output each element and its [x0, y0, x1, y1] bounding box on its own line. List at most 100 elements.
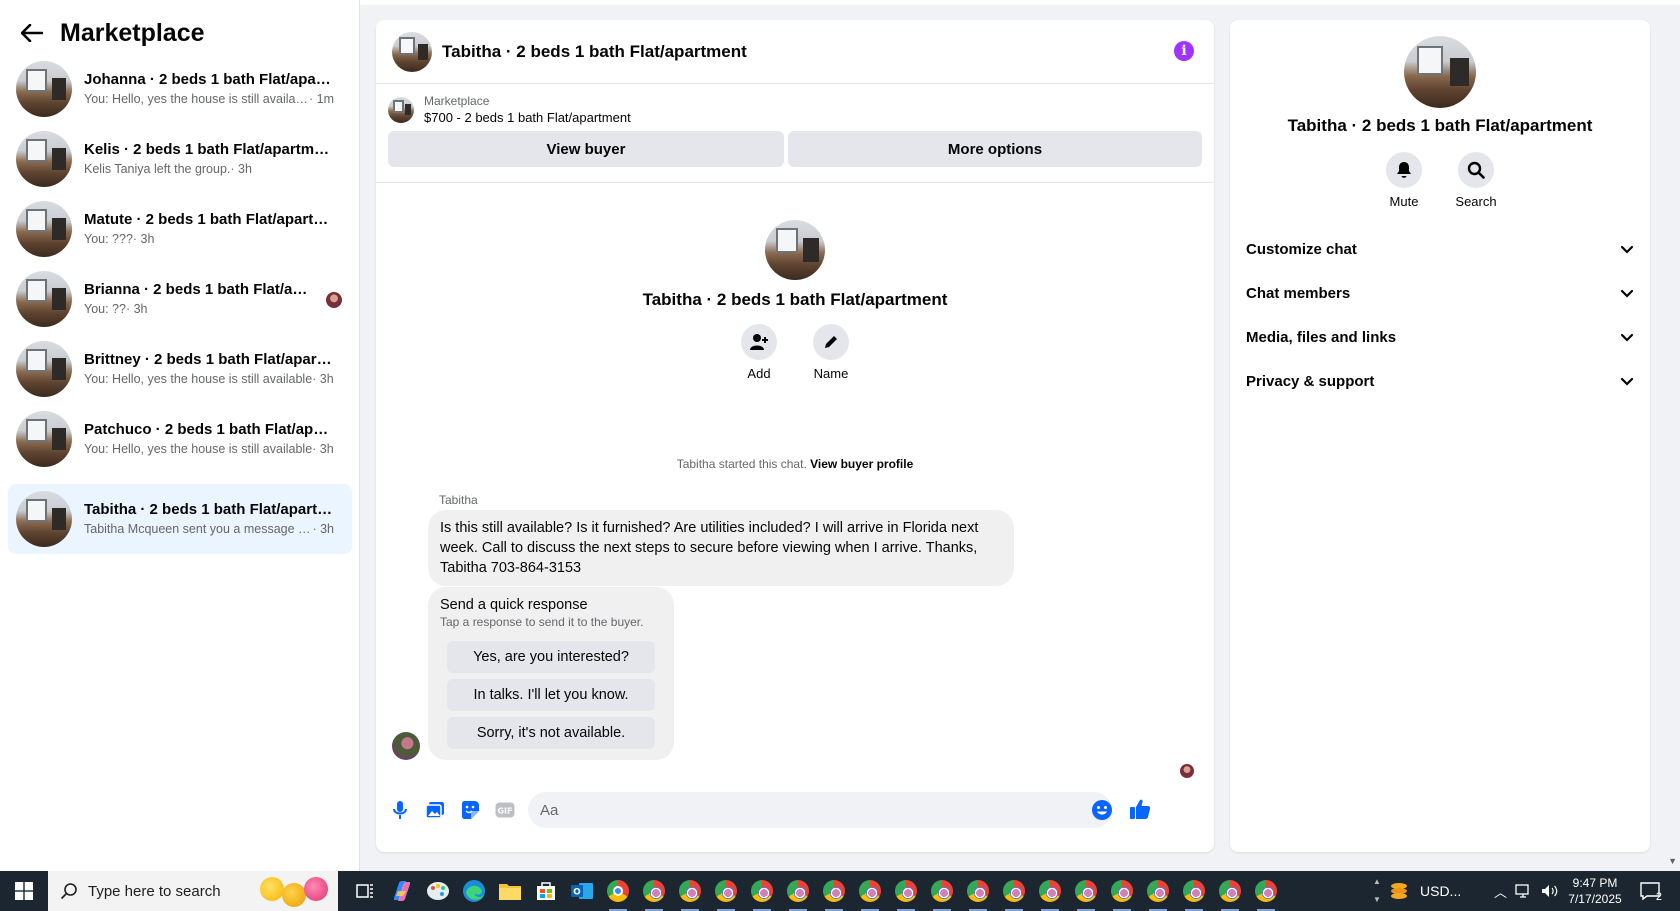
section-label: Customize chat — [1246, 240, 1357, 258]
conversation-time: · 3h — [230, 162, 252, 176]
add-person-icon[interactable] — [741, 324, 777, 360]
quick-response-not-available[interactable]: Sorry, it's not available. — [447, 717, 655, 749]
listing-source: Marketplace — [424, 94, 490, 108]
privacy-support-section[interactable]: Privacy & support — [1230, 359, 1650, 403]
listing-avatar — [16, 341, 72, 397]
conversation-item-kelis[interactable]: Kelis · 2 beds 1 bath Flat/apartment Kel… — [8, 124, 352, 194]
listing-price-title[interactable]: $700 - 2 beds 1 bath Flat/apartment — [424, 110, 631, 125]
chrome-profile-icon[interactable] — [675, 876, 705, 911]
sticker-icon[interactable] — [458, 798, 482, 822]
chrome-icon[interactable] — [603, 876, 633, 911]
chat-started-notice: Tabitha started this chat. View buyer pr… — [376, 457, 1214, 471]
edge-icon[interactable] — [459, 876, 489, 906]
conversation-item-tabitha[interactable]: Tabitha · 2 beds 1 bath Flat/apartment T… — [8, 484, 352, 554]
info-icon[interactable]: i — [1174, 41, 1194, 61]
microphone-icon[interactable] — [388, 798, 412, 822]
notification-count: 2 — [1655, 891, 1662, 903]
currency-label: USD... — [1420, 883, 1462, 899]
gif-icon[interactable]: GIF — [493, 798, 517, 822]
chrome-profile-icon[interactable] — [1035, 876, 1065, 911]
add-people-action[interactable]: Add — [739, 324, 779, 381]
chrome-profile-icon[interactable] — [639, 876, 669, 911]
listing-avatar — [16, 271, 72, 327]
network-icon[interactable] — [1515, 884, 1533, 898]
photo-icon[interactable] — [423, 798, 447, 822]
message-input[interactable] — [528, 792, 1112, 828]
windows-start-icon[interactable] — [0, 871, 48, 911]
quick-response-yes[interactable]: Yes, are you interested? — [447, 641, 655, 673]
taskbar-overflow-arrows[interactable]: ▲ ▼ — [1371, 873, 1383, 909]
chrome-profile-icon[interactable] — [927, 876, 957, 911]
chat-members-section[interactable]: Chat members — [1230, 271, 1650, 315]
intro-avatar — [765, 220, 825, 280]
chrome-profile-icon[interactable] — [711, 876, 741, 911]
conversation-item-brianna[interactable]: Brianna · 2 beds 1 bath Flat/apartment Y… — [8, 264, 352, 334]
started-text: Tabitha started this chat. — [676, 457, 807, 471]
chrome-profile-icon[interactable] — [1107, 876, 1137, 911]
thumbs-up-icon[interactable] — [1128, 797, 1152, 821]
search-action[interactable]: Search — [1455, 152, 1497, 209]
conversation-item-johanna[interactable]: Johanna · 2 beds 1 bath Flat/apartment Y… — [8, 54, 352, 124]
add-label: Add — [747, 366, 771, 381]
conversation-sidebar: Marketplace Johanna · 2 beds 1 bath Flat… — [0, 0, 360, 871]
chrome-profile-icon[interactable] — [819, 876, 849, 911]
chevron-up-icon[interactable]: ︿ — [1494, 882, 1507, 901]
chrome-profile-icon[interactable] — [999, 876, 1029, 911]
view-buyer-button[interactable]: View buyer — [388, 131, 784, 167]
conversation-item-patchuco[interactable]: Patchuco · 2 beds 1 bath Flat/apartment … — [8, 404, 352, 474]
chevron-down-icon — [1620, 245, 1634, 254]
chrome-profile-icon[interactable] — [1179, 876, 1209, 911]
scrollbar-down-arrow[interactable]: ▼ — [1668, 856, 1677, 866]
media-files-links-section[interactable]: Media, files and links — [1230, 315, 1650, 359]
quick-response-in-talks[interactable]: In talks. I'll let you know. — [447, 679, 655, 711]
microsoft-store-icon[interactable] — [531, 876, 561, 906]
back-arrow-icon[interactable] — [18, 19, 46, 47]
chrome-profile-icon[interactable] — [747, 876, 777, 911]
chrome-profile-icon[interactable] — [1251, 876, 1281, 911]
search-icon[interactable] — [1458, 152, 1494, 188]
conversation-preview: Tabitha Mcqueen sent you a message about… — [84, 522, 312, 536]
task-view-icon[interactable] — [351, 876, 381, 906]
mute-action[interactable]: Mute — [1384, 152, 1424, 209]
currency-widget[interactable]: USD... — [1388, 871, 1461, 911]
outlook-icon[interactable]: O — [567, 876, 597, 906]
chrome-profile-icon[interactable] — [1071, 876, 1101, 911]
view-buyer-profile-link[interactable]: View buyer profile — [810, 457, 913, 471]
conversation-time: · 3h — [132, 232, 155, 246]
chrome-profile-icon[interactable] — [783, 876, 813, 911]
name-chat-action[interactable]: Name — [811, 324, 851, 381]
name-label: Name — [813, 366, 849, 381]
chrome-profile-icon[interactable] — [891, 876, 921, 911]
conversation-item-matute[interactable]: Matute · 2 beds 1 bath Flat/apartment Yo… — [8, 194, 352, 264]
chat-avatar[interactable] — [392, 31, 432, 72]
file-explorer-icon[interactable] — [495, 876, 525, 906]
emoji-icon[interactable] — [1090, 798, 1114, 822]
notification-center-icon[interactable]: 2 — [1636, 879, 1664, 903]
chrome-profile-icon[interactable] — [1215, 876, 1245, 911]
seen-avatar-icon — [326, 292, 342, 308]
sender-avatar[interactable] — [392, 732, 420, 760]
listing-thumbnail[interactable] — [388, 96, 414, 123]
taskbar-search[interactable] — [48, 871, 338, 911]
conversation-item-brittney[interactable]: Brittney · 2 beds 1 bath Flat/apartment … — [8, 334, 352, 404]
chrome-profile-icon[interactable] — [963, 876, 993, 911]
chat-title[interactable]: Tabitha · 2 beds 1 bath Flat/apartment — [442, 42, 747, 62]
sidebar-title: Marketplace — [60, 18, 205, 47]
listing-avatar — [16, 201, 72, 257]
chrome-profile-icon[interactable] — [1143, 876, 1173, 911]
customize-chat-section[interactable]: Customize chat — [1230, 227, 1650, 271]
taskbar-search-input[interactable] — [88, 882, 258, 900]
more-options-button[interactable]: More options — [788, 131, 1202, 167]
conversation-preview: You: Hello, yes the house is still avail… — [84, 92, 309, 106]
copilot-icon[interactable] — [387, 876, 417, 906]
search-highlights-icon[interactable] — [260, 877, 328, 907]
paint-icon[interactable] — [423, 876, 453, 906]
bell-icon[interactable] — [1386, 152, 1422, 188]
pencil-icon[interactable] — [813, 324, 849, 360]
conversation-preview: You: Hello, yes the house is still avail… — [84, 442, 313, 456]
chrome-profile-icon[interactable] — [855, 876, 885, 911]
search-label: Search — [1455, 194, 1497, 209]
mute-label: Mute — [1389, 194, 1419, 209]
chat-intro: Tabitha · 2 beds 1 bath Flat/apartment A… — [376, 220, 1214, 381]
taskbar-clock[interactable]: 9:47 PM 7/17/2025 — [1555, 875, 1635, 907]
